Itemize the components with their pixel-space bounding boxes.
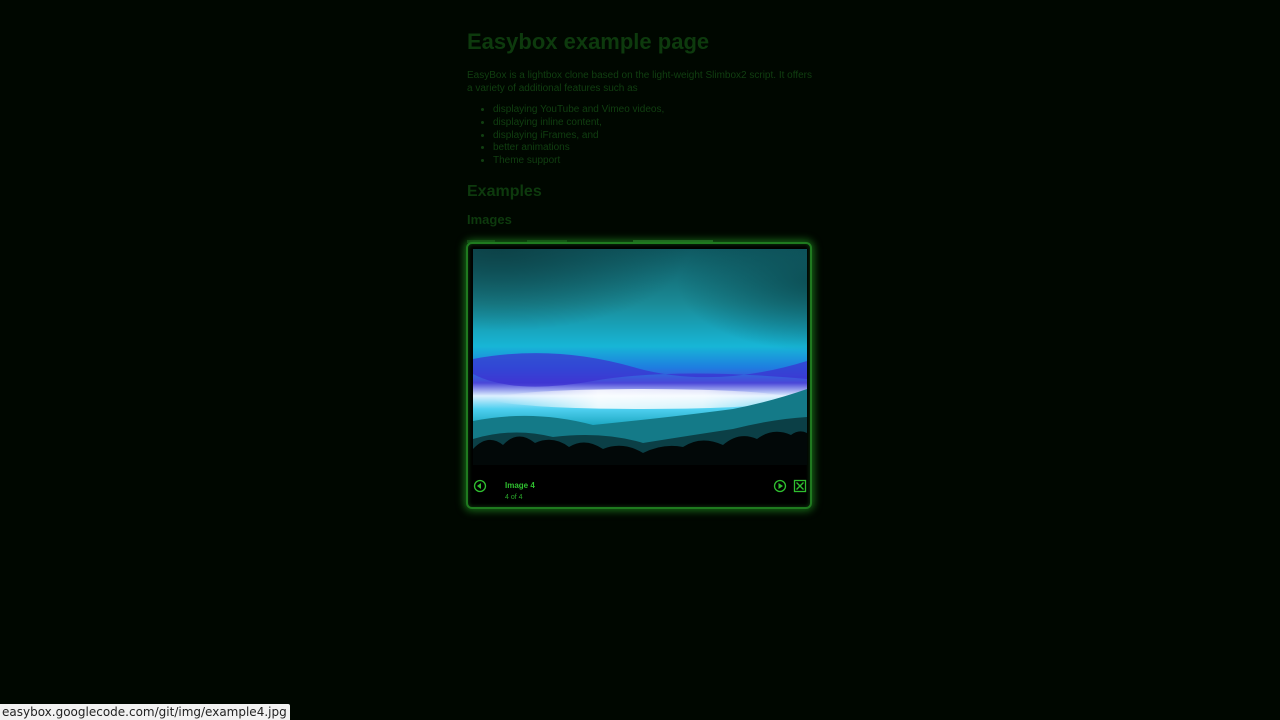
prev-arrow-icon [473,479,487,493]
image-counter: 4 of 4 [505,494,523,501]
image-caption: Image 4 [505,481,535,490]
lightbox-image[interactable] [473,249,807,465]
status-bar-url: easybox.googlecode.com/git/img/example4.… [0,704,290,720]
slideshow-play-button[interactable] [773,479,787,493]
close-button[interactable] [793,479,807,493]
lightbox-bottom-bar: Image 4 4 of 4 [468,475,810,505]
play-icon [773,479,787,493]
close-x-icon [793,479,807,493]
prev-button[interactable] [473,479,487,493]
landscape-image [473,249,807,465]
lightbox: Image 4 4 of 4 [466,242,812,509]
